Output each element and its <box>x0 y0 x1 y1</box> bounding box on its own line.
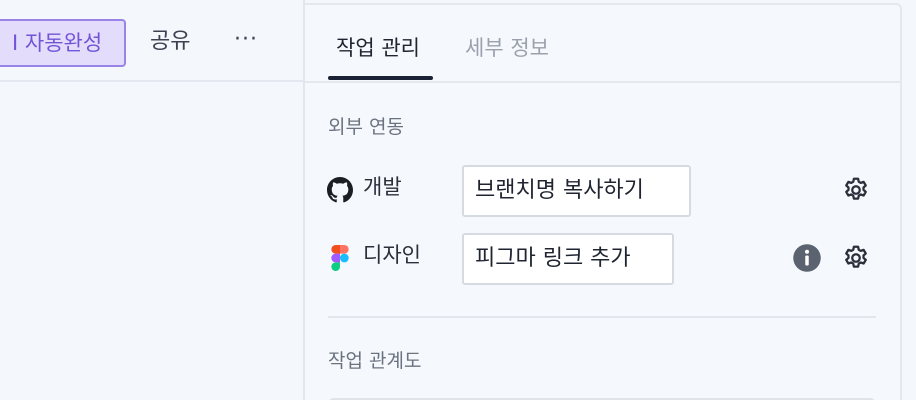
task-relations-section-title: 작업 관계도 <box>328 350 422 372</box>
section-divider <box>328 316 876 318</box>
github-icon <box>327 177 353 203</box>
share-button[interactable]: 공유 <box>150 26 190 58</box>
active-tab-indicator <box>328 76 433 80</box>
left-pane: I 자동완성 공유 ··· <box>0 0 304 400</box>
dev-integration-label: 개발 <box>363 175 402 199</box>
info-icon[interactable] <box>792 243 822 273</box>
gear-icon[interactable] <box>841 175 871 205</box>
figma-icon <box>331 245 349 271</box>
tab-task-management[interactable]: 작업 관리 <box>336 32 420 64</box>
integrations-section-title: 외부 연동 <box>328 116 404 138</box>
task-side-panel: 작업 관리 세부 정보 외부 연동 개발 브랜치명 복사하기 디자인 피그마 링… <box>305 3 902 400</box>
panel-tabs: 작업 관리 세부 정보 <box>305 5 900 83</box>
copy-branch-name-button[interactable]: 브랜치명 복사하기 <box>462 165 691 217</box>
add-figma-link-button[interactable]: 피그마 링크 추가 <box>462 233 674 285</box>
gear-icon[interactable] <box>841 243 871 273</box>
more-options-button[interactable]: ··· <box>230 26 262 58</box>
left-toolbar: I 자동완성 공유 ··· <box>0 0 303 82</box>
tab-details[interactable]: 세부 정보 <box>465 32 549 64</box>
design-integration-label: 디자인 <box>363 243 421 267</box>
autocomplete-button[interactable]: I 자동완성 <box>0 19 126 67</box>
